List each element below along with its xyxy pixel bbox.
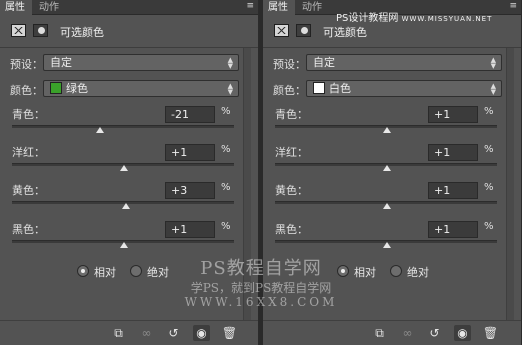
cyan-input[interactable]: -21 <box>165 106 215 123</box>
color-swatch <box>313 82 325 94</box>
properties-panel-left: 属性 动作 ≡ 可选颜色 预设： 自定 ▲ ▼ 颜色： 绿色 ▲ ▼ 青色： -21… <box>0 0 259 345</box>
scrollbar[interactable] <box>243 48 251 320</box>
black-slider-thumb[interactable] <box>383 242 392 248</box>
colors-dropdown[interactable]: 白色 ▲ ▼ <box>306 80 502 97</box>
yellow-label: 黄色： <box>275 184 308 197</box>
black-label: 黑色： <box>12 223 45 236</box>
panel-tabbar: 属性 动作 ≡ <box>0 0 258 15</box>
cyan-input[interactable]: +1 <box>428 106 478 123</box>
colors-label: 颜色： <box>273 84 306 97</box>
magenta-slider-thumb[interactable] <box>383 165 392 171</box>
cyan-label: 青色： <box>12 108 45 121</box>
black-label: 黑色： <box>275 223 308 236</box>
yellow-input[interactable]: +1 <box>428 182 478 199</box>
black-input[interactable]: +1 <box>165 221 215 238</box>
color-swatch <box>50 82 62 94</box>
cyan-label: 青色： <box>275 108 308 121</box>
view-previous-icon[interactable]: ∞ <box>399 325 416 341</box>
properties-panel-right: 属性 动作 ≡ 可选颜色 预设： 自定 ▲ ▼ 颜色： 白色 ▲ ▼ 青色： +1 … <box>263 0 522 345</box>
tab-properties[interactable]: 属性 <box>0 0 32 15</box>
percent-label: % <box>484 106 494 117</box>
colors-value: 白色 <box>329 82 351 95</box>
adjustment-title: 可选颜色 <box>323 26 367 39</box>
delete-icon[interactable]: 🗑 <box>482 325 499 341</box>
colors-label: 颜色： <box>10 84 43 97</box>
adjustment-header: 可选颜色 <box>0 16 258 46</box>
watermark-top-text: PS设计教程网 <box>336 13 399 24</box>
adjustment-layer-icon <box>274 24 289 37</box>
panel-menu-icon[interactable]: ≡ <box>509 1 517 11</box>
percent-label: % <box>221 144 231 155</box>
colors-value: 绿色 <box>66 82 88 95</box>
adjustment-title: 可选颜色 <box>60 26 104 39</box>
layer-mask-icon[interactable] <box>296 24 311 37</box>
yellow-slider-thumb[interactable] <box>122 203 131 209</box>
relative-radio[interactable] <box>77 265 89 277</box>
watermark-top-site: WWW.MISSYUAN.NET <box>401 15 493 23</box>
dropdown-arrows-icon: ▲ ▼ <box>227 56 233 70</box>
scrollbar[interactable] <box>506 48 514 320</box>
preset-dropdown[interactable]: 自定 ▲ ▼ <box>306 54 502 71</box>
black-input[interactable]: +1 <box>428 221 478 238</box>
delete-icon[interactable]: 🗑 <box>221 325 238 341</box>
clip-to-layer-icon[interactable]: ⧉ <box>371 325 388 341</box>
magenta-input[interactable]: +1 <box>165 144 215 161</box>
visibility-icon[interactable]: ◉ <box>193 325 210 341</box>
percent-label: % <box>221 182 231 193</box>
absolute-radio[interactable] <box>130 265 142 277</box>
magenta-label: 洋红： <box>12 146 45 159</box>
percent-label: % <box>484 144 494 155</box>
percent-label: % <box>221 106 231 117</box>
magenta-label: 洋红： <box>275 146 308 159</box>
preset-value: 自定 <box>313 56 335 69</box>
cyan-slider-thumb[interactable] <box>383 127 392 133</box>
tab-actions[interactable]: 动作 <box>34 0 68 15</box>
cyan-slider-track[interactable] <box>12 125 234 128</box>
dropdown-arrows-icon: ▲ ▼ <box>490 82 496 96</box>
absolute-radio[interactable] <box>390 265 402 277</box>
dropdown-arrows-icon: ▲ ▼ <box>227 82 233 96</box>
yellow-input[interactable]: +3 <box>165 182 215 199</box>
panel-bottom-toolbar: ⧉ ∞ ↺ ◉ 🗑 <box>0 320 258 345</box>
preset-value: 自定 <box>50 56 72 69</box>
cyan-slider-thumb[interactable] <box>95 127 104 133</box>
visibility-icon[interactable]: ◉ <box>454 325 471 341</box>
divider <box>0 47 258 48</box>
tab-actions[interactable]: 动作 <box>297 0 331 15</box>
layer-mask-icon[interactable] <box>33 24 48 37</box>
clip-to-layer-icon[interactable]: ⧉ <box>110 325 127 341</box>
watermark-top: PS设计教程网 WWW.MISSYUAN.NET <box>336 9 492 24</box>
tab-properties[interactable]: 属性 <box>263 0 295 15</box>
relative-radio[interactable] <box>337 265 349 277</box>
preset-label: 预设： <box>10 58 43 71</box>
magenta-input[interactable]: +1 <box>428 144 478 161</box>
reset-icon[interactable]: ↺ <box>426 325 443 341</box>
adjustment-layer-icon <box>11 24 26 37</box>
preset-label: 预设： <box>273 58 306 71</box>
divider <box>263 47 521 48</box>
yellow-label: 黄色： <box>12 184 45 197</box>
preset-dropdown[interactable]: 自定 ▲ ▼ <box>43 54 239 71</box>
percent-label: % <box>221 221 231 232</box>
magenta-slider-thumb[interactable] <box>120 165 129 171</box>
relative-label: 相对 <box>354 266 376 279</box>
percent-label: % <box>484 182 494 193</box>
panel-bottom-toolbar: ⧉ ∞ ↺ ◉ 🗑 <box>263 320 521 345</box>
view-previous-icon[interactable]: ∞ <box>138 325 155 341</box>
relative-label: 相对 <box>94 266 116 279</box>
percent-label: % <box>484 221 494 232</box>
dropdown-arrows-icon: ▲ ▼ <box>490 56 496 70</box>
reset-icon[interactable]: ↺ <box>165 325 182 341</box>
absolute-label: 绝对 <box>147 266 169 279</box>
black-slider-thumb[interactable] <box>120 242 129 248</box>
yellow-slider-thumb[interactable] <box>383 203 392 209</box>
absolute-label: 绝对 <box>407 266 429 279</box>
colors-dropdown[interactable]: 绿色 ▲ ▼ <box>43 80 239 97</box>
panel-menu-icon[interactable]: ≡ <box>246 1 254 11</box>
